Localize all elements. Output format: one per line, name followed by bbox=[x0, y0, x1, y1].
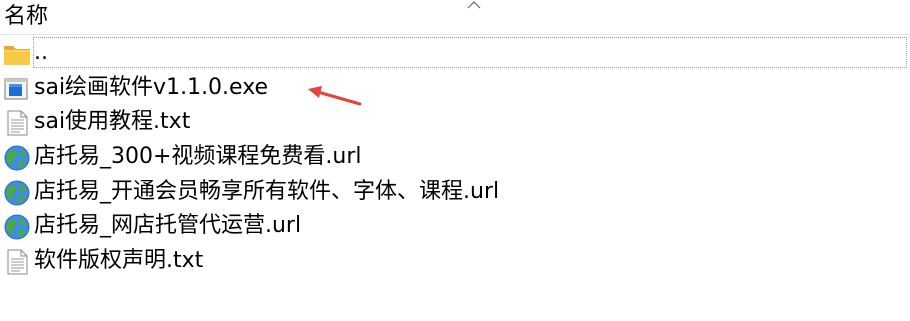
file-name: 店托易_开通会员畅享所有软件、字体、课程.url bbox=[34, 178, 500, 204]
text-file-icon bbox=[7, 110, 28, 136]
chevron-up-icon bbox=[467, 1, 481, 9]
file-name: 店托易_300+视频课程免费看.url bbox=[34, 144, 362, 170]
globe-icon bbox=[4, 145, 30, 171]
file-name: 软件版权声明.txt bbox=[34, 248, 204, 274]
text-file-icon bbox=[7, 249, 28, 275]
list-item-exe-file[interactable]: sai绘画软件v1.1.0.exe bbox=[0, 71, 910, 106]
file-name: sai绘画软件v1.1.0.exe bbox=[34, 74, 269, 100]
list-item-url-file[interactable]: 店托易_网店托管代运营.url bbox=[0, 209, 910, 244]
globe-icon bbox=[4, 214, 30, 240]
file-name: 店托易_网店托管代运营.url bbox=[34, 213, 302, 239]
folder-icon bbox=[4, 46, 30, 65]
column-header: 名称 bbox=[0, 0, 910, 35]
list-item-text-file[interactable]: 软件版权声明.txt bbox=[0, 244, 910, 279]
list-item-text-file[interactable]: sai使用教程.txt bbox=[0, 105, 910, 140]
focus-rectangle bbox=[33, 37, 907, 68]
file-name: .. bbox=[34, 40, 48, 65]
arrow-icon bbox=[308, 86, 362, 106]
list-item-parent-folder[interactable]: .. bbox=[0, 36, 910, 71]
list-item-url-file[interactable]: 店托易_开通会员畅享所有软件、字体、课程.url bbox=[0, 175, 910, 210]
file-list: .. sai绘画软件v1.1.0.exe sai使用教程.txt 店托易_300… bbox=[0, 36, 910, 279]
exe-icon bbox=[4, 78, 28, 100]
file-explorer-window: 名称 .. sai绘画软件v1.1.0.exe sai使用教程.txt 店托易_… bbox=[0, 0, 910, 321]
file-name: sai使用教程.txt bbox=[34, 109, 191, 135]
globe-icon bbox=[4, 180, 30, 206]
name-column-header[interactable]: 名称 bbox=[4, 4, 48, 30]
list-item-url-file[interactable]: 店托易_300+视频课程免费看.url bbox=[0, 140, 910, 175]
